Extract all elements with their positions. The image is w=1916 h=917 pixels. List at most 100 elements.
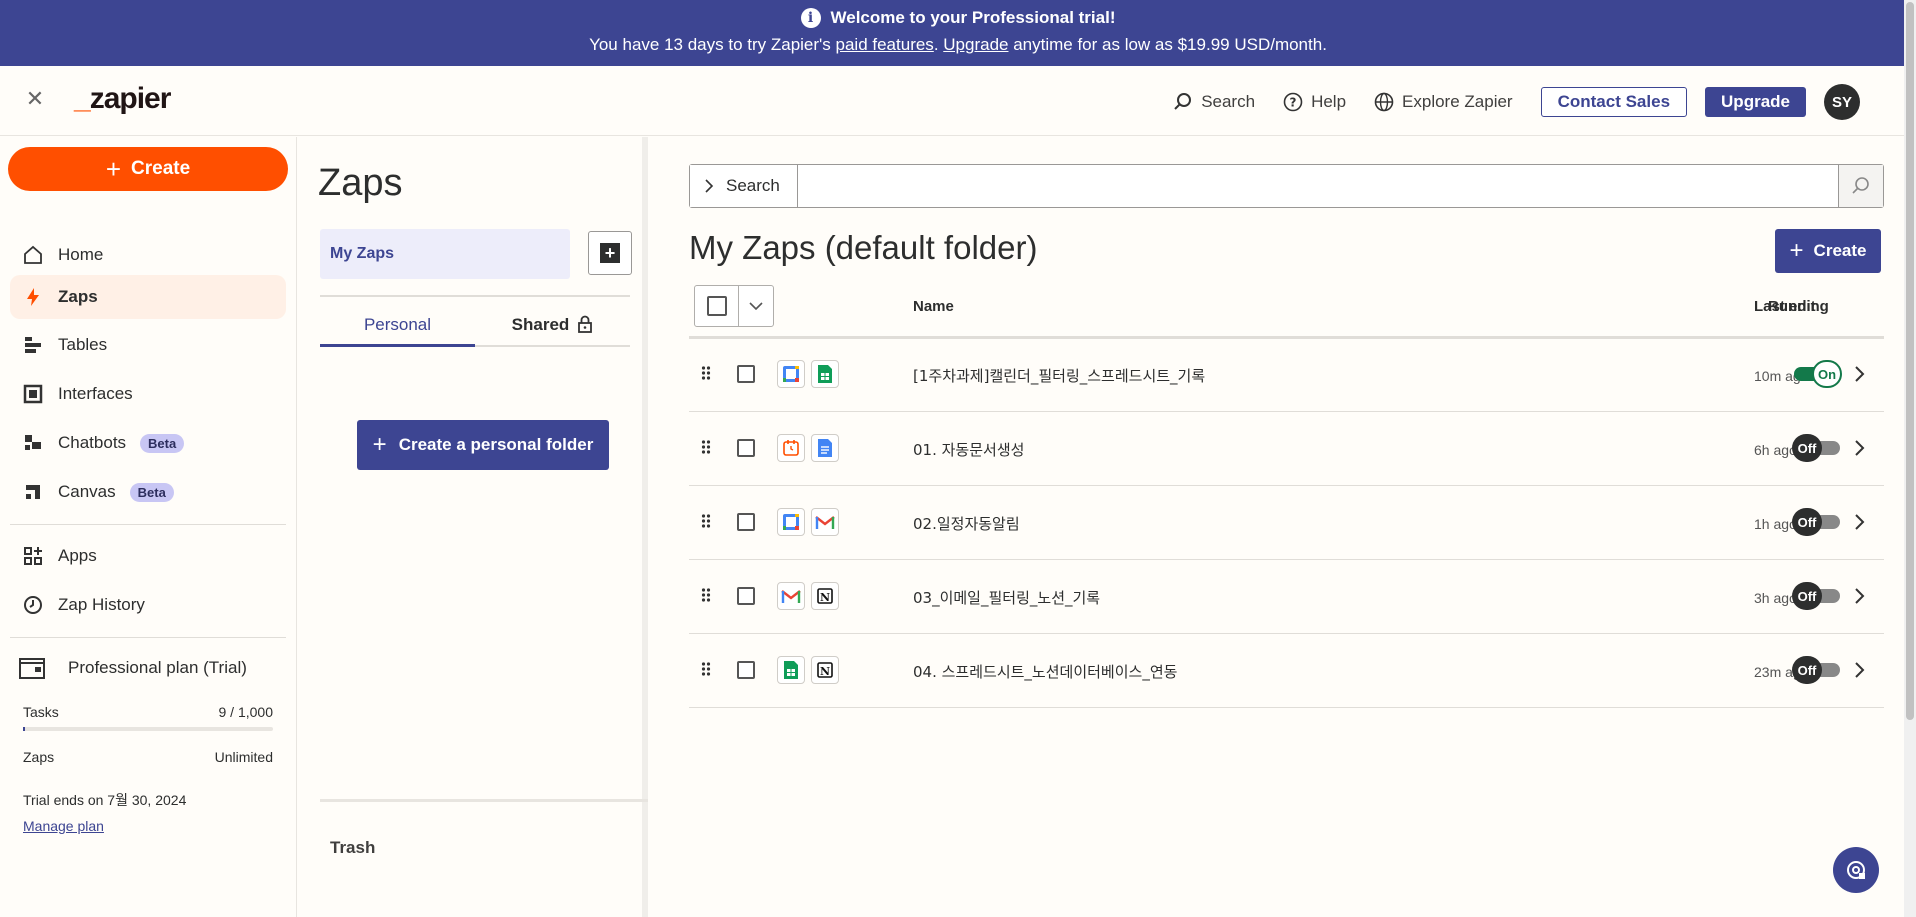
tab-personal-label: Personal — [363, 315, 432, 334]
sidebar-item-home[interactable]: Home — [10, 233, 286, 277]
toggle-knob: Off — [1792, 582, 1822, 610]
banner-title: Welcome to your Professional trial! — [830, 8, 1116, 27]
sidebar-item-label: Canvas — [58, 482, 116, 501]
google-sheets-icon — [777, 656, 805, 684]
support-icon — [1847, 861, 1865, 879]
create-zap-button[interactable]: + Create — [1775, 229, 1881, 273]
chevron-right-icon[interactable] — [1849, 660, 1869, 680]
gmail-icon — [811, 508, 839, 536]
table-row[interactable]: 02.일정자동알림 1h ago Off — [689, 486, 1884, 560]
toggle-knob: Off — [1792, 508, 1822, 536]
tab-shared[interactable]: Shared — [475, 311, 630, 345]
tab-personal[interactable]: Personal — [320, 311, 475, 347]
sidebar-item-chatbots[interactable]: Chatbots Beta — [10, 421, 286, 465]
drag-handle-icon[interactable] — [701, 365, 711, 381]
zap-running-toggle[interactable]: Off — [1792, 508, 1842, 536]
trash-divider — [320, 799, 648, 802]
avatar[interactable]: SY — [1824, 84, 1860, 120]
top-search-label: Search — [1201, 92, 1256, 111]
zap-running-toggle[interactable]: Off — [1792, 434, 1842, 462]
chevron-right-icon[interactable] — [1849, 438, 1869, 458]
plus-icon: + — [372, 431, 387, 458]
page-scrollbar[interactable] — [1904, 0, 1916, 917]
top-search-button[interactable]: Search — [1173, 92, 1255, 112]
row-checkbox[interactable] — [737, 513, 755, 531]
search-icon — [1174, 93, 1192, 110]
close-icon[interactable]: ✕ — [24, 88, 46, 110]
upgrade-button[interactable]: Upgrade — [1705, 87, 1806, 117]
clock-icon — [24, 596, 42, 614]
search-submit-button[interactable] — [1838, 165, 1883, 207]
table-header: Name Last edit Running — [689, 285, 1884, 339]
banner-text-prefix: You have 13 days to try Zapier's — [589, 35, 836, 54]
search-input[interactable] — [798, 165, 1838, 207]
folders-divider — [320, 295, 630, 297]
create-personal-folder-button[interactable]: + Create a personal folder — [357, 420, 609, 470]
row-checkbox[interactable] — [737, 365, 755, 383]
row-checkbox[interactable] — [737, 439, 755, 457]
zap-name[interactable]: 03_이메일_필터링_노션_기록 — [913, 587, 1100, 608]
zap-name[interactable]: 04. 스프레드시트_노션데이터베이스_연동 — [913, 661, 1177, 682]
logo-text: zapier — [89, 82, 172, 115]
sidebar-item-label: Interfaces — [58, 384, 133, 403]
logo-underscore: _ — [74, 82, 91, 115]
zap-last-edit: 6h ago — [1754, 442, 1797, 458]
plus-icon: + — [1789, 237, 1804, 264]
zap-running-toggle[interactable]: Off — [1792, 582, 1842, 610]
row-checkbox[interactable] — [737, 587, 755, 605]
manage-plan-link[interactable]: Manage plan — [23, 818, 104, 834]
folder-my-zaps[interactable]: My Zaps — [320, 229, 570, 279]
create-zap-label: Create — [1813, 241, 1867, 260]
info-icon: i — [800, 8, 821, 28]
google-sheets-icon — [811, 360, 839, 388]
trial-ends-text: Trial ends on 7월 30, 2024 — [23, 792, 187, 808]
sidebar-item-interfaces[interactable]: Interfaces — [10, 372, 286, 416]
sidebar-create-button[interactable]: + Create — [8, 147, 288, 191]
banner-upgrade-link[interactable]: Upgrade — [943, 35, 1008, 54]
drag-handle-icon[interactable] — [701, 661, 711, 677]
table-row[interactable]: 01. 자동문서생성 6h ago Off — [689, 412, 1884, 486]
table-row[interactable]: [1주차과제]캘린더_필터링_스프레드시트_기록 10m ago On — [689, 338, 1884, 412]
sidebar-divider — [10, 524, 286, 525]
chevron-down-icon — [749, 302, 763, 310]
help-button[interactable]: ? Help — [1283, 92, 1346, 112]
trash-link[interactable]: Trash — [330, 838, 375, 858]
sidebar-create-label: Create — [131, 158, 191, 179]
drag-handle-icon[interactable] — [701, 513, 711, 529]
zap-name[interactable]: 02.일정자동알림 — [913, 513, 1020, 534]
zap-name[interactable]: [1주차과제]캘린더_필터링_스프레드시트_기록 — [913, 365, 1205, 386]
table-row[interactable]: N 04. 스프레드시트_노션데이터베이스_연동 23m ago Off — [689, 634, 1884, 708]
sidebar-item-canvas[interactable]: Canvas Beta — [10, 470, 286, 514]
top-actions: Search ? Help Explore Zapier Contact Sal… — [1173, 84, 1860, 120]
paid-features-link[interactable]: paid features — [836, 35, 934, 54]
table-row[interactable]: N 03_이메일_필터링_노션_기록 3h ago Off — [689, 560, 1884, 634]
add-folder-button[interactable]: + — [588, 231, 632, 275]
zap-running-toggle[interactable]: On — [1792, 360, 1842, 388]
zap-name[interactable]: 01. 자동문서생성 — [913, 439, 1024, 460]
column-header-name[interactable]: Name — [913, 298, 954, 315]
contact-sales-button[interactable]: Contact Sales — [1540, 87, 1688, 117]
search-filter-toggle[interactable]: Search — [690, 165, 798, 207]
chatbots-icon — [25, 435, 41, 450]
chevron-right-icon[interactable] — [1849, 364, 1869, 384]
sidebar-item-tables[interactable]: Tables — [10, 323, 286, 367]
row-checkbox[interactable] — [737, 661, 755, 679]
zapier-logo[interactable]: _zapier — [74, 82, 172, 116]
sidebar-item-label: Apps — [58, 546, 97, 565]
sidebar-item-zaps[interactable]: Zaps — [10, 275, 286, 319]
explore-zapier-button[interactable]: Explore Zapier — [1374, 92, 1513, 112]
zap-running-toggle[interactable]: Off — [1792, 656, 1842, 684]
select-options-dropdown[interactable] — [739, 286, 773, 326]
chevron-right-icon[interactable] — [1849, 512, 1869, 532]
select-all-checkbox[interactable] — [695, 286, 739, 326]
scrollbar-thumb[interactable] — [1906, 2, 1914, 720]
drag-handle-icon[interactable] — [701, 587, 711, 603]
banner-title-row: i Welcome to your Professional trial! — [0, 8, 1916, 28]
tasks-progress-fill — [23, 727, 26, 731]
chevron-right-icon[interactable] — [1849, 586, 1869, 606]
help-chat-button[interactable] — [1833, 847, 1879, 893]
drag-handle-icon[interactable] — [701, 439, 711, 455]
schedule-icon — [777, 434, 805, 462]
sidebar-item-apps[interactable]: Apps — [10, 534, 286, 578]
sidebar-item-zap-history[interactable]: Zap History — [10, 583, 286, 627]
